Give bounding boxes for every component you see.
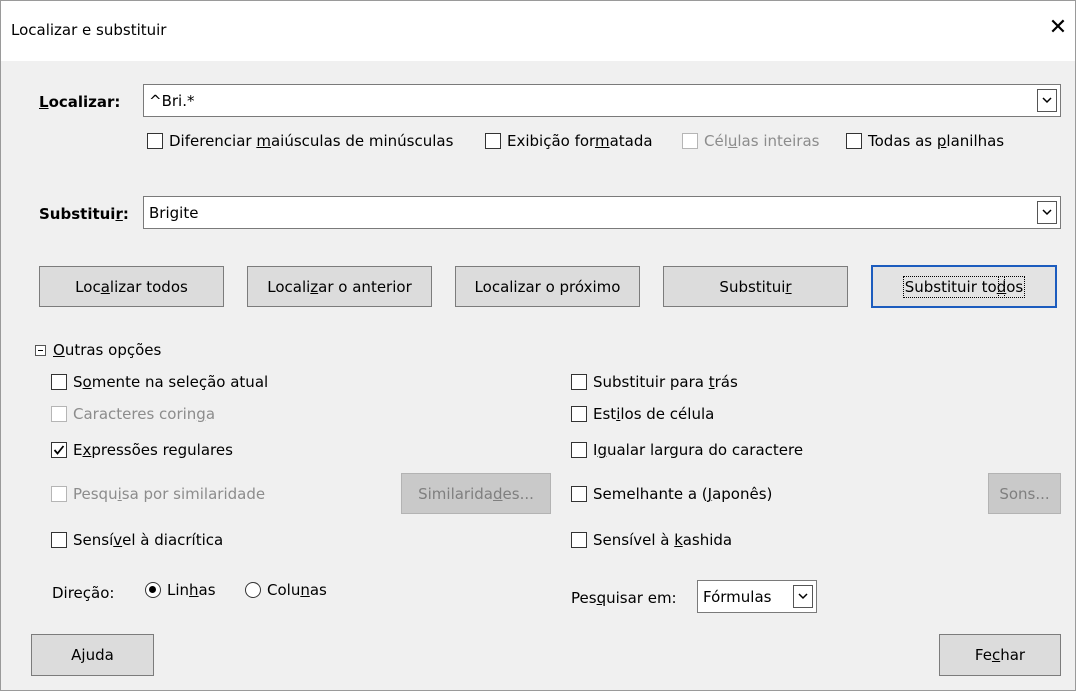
chevron-down-icon [1042, 209, 1052, 216]
checkmark-icon [53, 445, 65, 455]
replace-label: Substituir: [39, 205, 129, 223]
sounds-button[interactable]: Sons... [988, 473, 1061, 514]
match-char-width-checkbox[interactable]: Igualar largura do caractere [571, 441, 803, 459]
sounds-like-japanese-checkbox[interactable]: Semelhante a (Japonês) [571, 485, 772, 503]
find-previous-button[interactable]: Localizar o anterior [247, 266, 432, 307]
checkbox-box [846, 133, 862, 149]
checkbox-box [571, 374, 587, 390]
replace-button[interactable]: Substituir [663, 266, 848, 307]
cell-styles-checkbox[interactable]: Estilos de célula [571, 405, 714, 423]
help-button[interactable]: Ajuda [31, 634, 154, 676]
find-all-button[interactable]: Localizar todos [39, 266, 224, 307]
match-case-checkbox[interactable]: Diferenciar maiúsculas de minúsculas [147, 132, 453, 150]
kashida-sensitive-checkbox[interactable]: Sensível à kashida [571, 531, 732, 549]
radio-icon [245, 582, 261, 598]
diacritics-sensitive-checkbox[interactable]: Sensível à diacrítica [51, 531, 223, 549]
checkbox-box [51, 406, 67, 422]
all-sheets-checkbox[interactable]: Todas as planilhas [846, 132, 1004, 150]
backwards-checkbox[interactable]: Substituir para trás [571, 373, 738, 391]
regular-expressions-checkbox[interactable]: Expressões regulares [51, 441, 233, 459]
find-input-value: ^Bri.* [149, 92, 195, 110]
wildcards-checkbox[interactable]: Caracteres coringa [51, 405, 215, 423]
checkbox-box [571, 442, 587, 458]
checkbox-box [571, 406, 587, 422]
current-selection-only-checkbox[interactable]: Somente na seleção atual [51, 373, 268, 391]
direction-columns-radio[interactable]: Colunas [245, 581, 327, 599]
checkbox-box [51, 374, 67, 390]
entire-cells-checkbox[interactable]: Células inteiras [682, 132, 819, 150]
find-input[interactable]: ^Bri.* [143, 84, 1061, 117]
checkbox-box [51, 442, 67, 458]
search-in-dropdown[interactable] [793, 585, 813, 608]
similarities-button[interactable]: Similaridades... [401, 473, 551, 514]
close-icon[interactable]: ✕ [1043, 10, 1073, 46]
formatted-display-checkbox[interactable]: Exibição formatada [485, 132, 653, 150]
search-in-label: Pesquisar em: [571, 589, 677, 607]
direction-label: Direção: [52, 584, 115, 602]
direction-rows-radio[interactable]: Linhas [145, 581, 216, 599]
chevron-down-icon [1042, 97, 1052, 104]
collapse-icon [35, 344, 46, 356]
similarity-search-checkbox[interactable]: Pesquisa por similaridade [51, 485, 265, 503]
close-button[interactable]: Fechar [939, 634, 1061, 676]
checkbox-box [571, 532, 587, 548]
checkbox-box [51, 486, 67, 502]
checkbox-box [51, 532, 67, 548]
checkbox-box [485, 133, 501, 149]
replace-input-value: Brigite [149, 204, 199, 222]
find-label: Localizar: [39, 93, 121, 111]
chevron-down-icon [798, 593, 808, 600]
search-in-value: Fórmulas [703, 588, 772, 606]
checkbox-box [571, 486, 587, 502]
find-history-dropdown[interactable] [1037, 89, 1057, 112]
replace-input[interactable]: Brigite [143, 196, 1061, 229]
replace-history-dropdown[interactable] [1037, 201, 1057, 224]
search-in-select[interactable]: Fórmulas [697, 580, 817, 613]
window-title: Localizar e substituir [11, 21, 167, 39]
checkbox-box [682, 133, 698, 149]
radio-selected-icon [145, 582, 161, 598]
checkbox-box [147, 133, 163, 149]
other-options-expander[interactable]: Outras opções [35, 341, 161, 359]
find-next-button[interactable]: Localizar o próximo [455, 266, 640, 307]
replace-all-button[interactable]: Substituir todos [871, 265, 1057, 308]
